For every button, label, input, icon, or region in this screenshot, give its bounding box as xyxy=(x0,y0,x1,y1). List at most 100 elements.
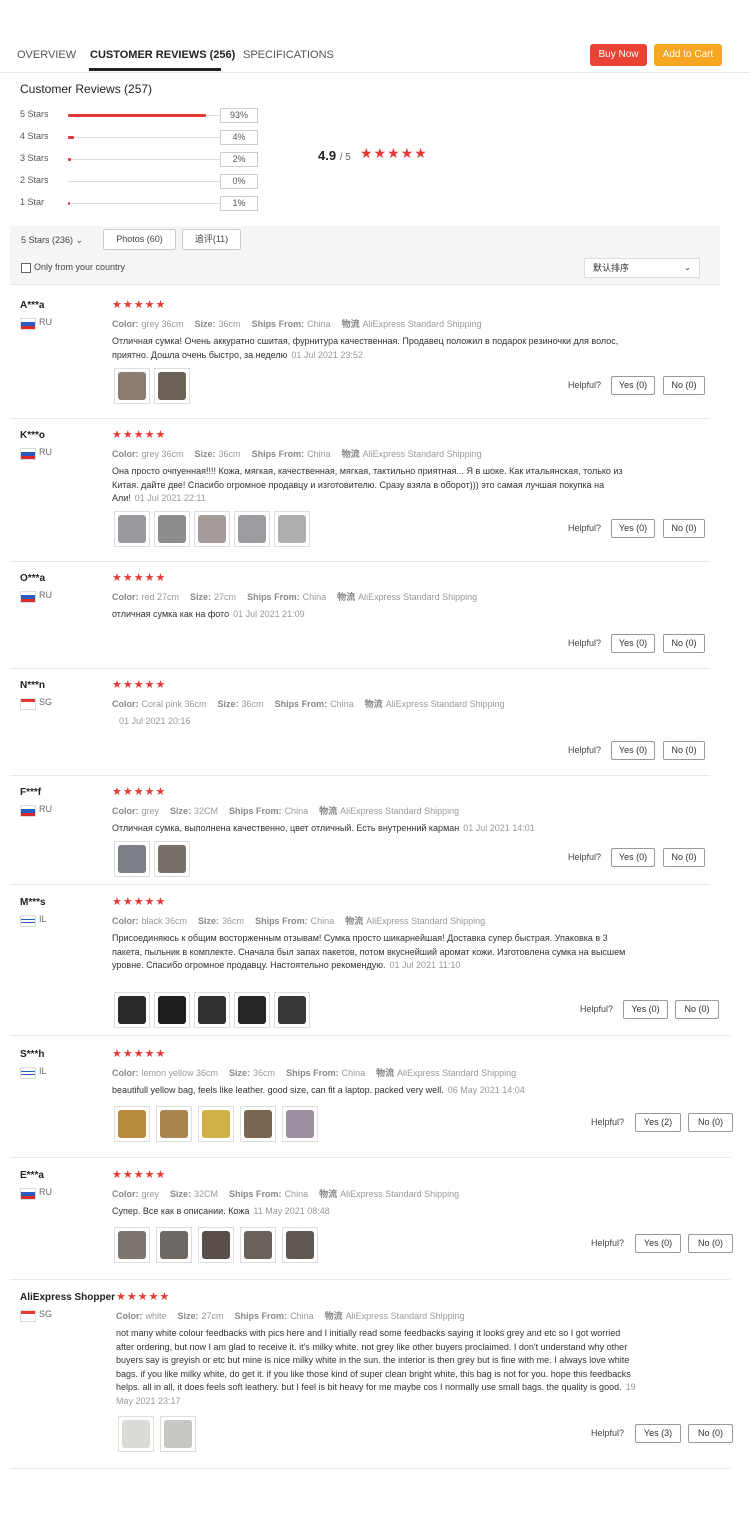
chevron-down-icon: ⌄ xyxy=(75,235,84,245)
shipping-label: 物流 xyxy=(364,699,383,709)
helpful-label: Helpful? xyxy=(568,380,602,390)
rating-percent: 2% xyxy=(220,152,258,167)
helpful-yes-button[interactable]: Yes (0) xyxy=(611,634,655,653)
review-body: Супер. Все как в описании. Кожа 11 May 20… xyxy=(112,1205,632,1219)
helpful-no-button[interactable]: No (0) xyxy=(688,1424,733,1443)
review-photo-thumbnail[interactable] xyxy=(154,841,190,877)
review-date: 01 Jul 2021 21:09 xyxy=(233,609,305,619)
color-value: lemon yellow 36cm xyxy=(141,1068,219,1078)
rating-bar-track xyxy=(68,136,232,139)
color-label: Color: xyxy=(112,699,139,709)
star-filter-label: 5 Stars (236) xyxy=(21,235,74,245)
country-flag-icon xyxy=(20,1188,36,1200)
review-photo-thumbnail[interactable] xyxy=(156,1106,192,1142)
reviewer-country: RU xyxy=(39,447,52,457)
review-photo-thumbnail[interactable] xyxy=(234,511,270,547)
review-photo-thumbnail[interactable] xyxy=(154,511,190,547)
helpful-no-button[interactable]: No (0) xyxy=(688,1234,733,1253)
review-photo-thumbnail[interactable] xyxy=(114,841,150,877)
reviewer-name: O***a xyxy=(20,573,46,584)
helpful-label: Helpful? xyxy=(568,745,602,755)
review-photo-thumbnail[interactable] xyxy=(154,992,190,1028)
shipping-method: AliExpress Standard Shipping xyxy=(397,1068,517,1078)
review-separator xyxy=(10,1157,730,1158)
tab-customer-reviews[interactable]: CUSTOMER REVIEWS (256) xyxy=(90,49,235,61)
rating-bar-track xyxy=(68,114,232,117)
review-photo-image xyxy=(202,1110,230,1138)
helpful-yes-button[interactable]: Yes (0) xyxy=(623,1000,668,1019)
reviewer-country: SG xyxy=(39,697,53,707)
add-to-cart-button[interactable]: Add to Cart xyxy=(654,44,722,66)
review-body: отличная сумка как на фото 01 Jul 2021 21… xyxy=(112,608,632,622)
photos-filter-button[interactable]: Photos (60) xyxy=(103,229,176,250)
review-photo-thumbnail[interactable] xyxy=(114,368,150,404)
review-photo-thumbnail[interactable] xyxy=(114,992,150,1028)
review-photo-thumbnail[interactable] xyxy=(240,1106,276,1142)
rating-row[interactable]: 1 Star 1% xyxy=(20,196,260,212)
review-photo-thumbnail[interactable] xyxy=(274,992,310,1028)
review-photo-thumbnail[interactable] xyxy=(154,368,190,404)
star-filter-select[interactable]: 5 Stars (236) ⌄ xyxy=(21,235,83,246)
review-photo-thumbnail[interactable] xyxy=(282,1227,318,1263)
rating-row[interactable]: 4 Stars 4% xyxy=(20,130,260,146)
additional-reviews-filter-button[interactable]: 追评(11) xyxy=(182,229,241,250)
rating-row[interactable]: 2 Stars 0% xyxy=(20,174,260,190)
review-photo-thumbnail[interactable] xyxy=(114,1106,150,1142)
review-photo-thumbnail[interactable] xyxy=(234,992,270,1028)
average-rating-denominator: / 5 xyxy=(339,152,351,163)
review-photo-thumbnail[interactable] xyxy=(118,1416,154,1452)
country-only-checkbox[interactable] xyxy=(21,263,31,273)
reviewer-name: A***a xyxy=(20,300,45,311)
reviewer-country: RU xyxy=(39,1187,52,1197)
review-photo-thumbnail[interactable] xyxy=(194,992,230,1028)
buy-now-button[interactable]: Buy Now xyxy=(590,44,647,66)
size-value: 36cm xyxy=(241,699,264,709)
review-photo-thumbnail[interactable] xyxy=(198,1227,234,1263)
helpful-yes-button[interactable]: Yes (0) xyxy=(611,741,655,760)
country-flag-icon xyxy=(20,1310,36,1322)
review-photo-thumbnail[interactable] xyxy=(282,1106,318,1142)
review-star-rating: ★★★★★ xyxy=(112,786,167,798)
tab-overview[interactable]: OVERVIEW xyxy=(17,49,76,61)
helpful-no-button[interactable]: No (0) xyxy=(688,1113,733,1132)
tab-specifications[interactable]: SPECIFICATIONS xyxy=(243,49,334,61)
helpful-no-button[interactable]: No (0) xyxy=(675,1000,719,1019)
helpful-yes-button[interactable]: Yes (0) xyxy=(611,848,655,867)
review-text: Супер. Все как в описании. Кожа xyxy=(112,1206,250,1216)
review-text: Присоединяюсь к общим восторженным отзыв… xyxy=(112,933,626,971)
rating-row[interactable]: 3 Stars 2% xyxy=(20,152,260,168)
helpful-no-button[interactable]: No (0) xyxy=(663,634,705,653)
review-photo-thumbnail[interactable] xyxy=(160,1416,196,1452)
review-photo-thumbnail[interactable] xyxy=(240,1227,276,1263)
review-text: not many white colour feedbacks with pic… xyxy=(116,1328,631,1393)
review-photo-thumbnail[interactable] xyxy=(114,511,150,547)
review-photo-thumbnail[interactable] xyxy=(156,1227,192,1263)
helpful-yes-button[interactable]: Yes (2) xyxy=(635,1113,681,1132)
review-photo-image xyxy=(198,515,226,543)
helpful-yes-button[interactable]: Yes (0) xyxy=(611,519,655,538)
helpful-no-button[interactable]: No (0) xyxy=(663,376,705,395)
size-value: 32CM xyxy=(194,1189,219,1199)
review-separator xyxy=(10,1279,730,1280)
review-photo-image xyxy=(278,996,306,1024)
review-photo-thumbnail[interactable] xyxy=(274,511,310,547)
helpful-yes-button[interactable]: Yes (0) xyxy=(635,1234,681,1253)
review-photo-thumbnail[interactable] xyxy=(114,1227,150,1263)
review-photo-thumbnail[interactable] xyxy=(198,1106,234,1142)
helpful-no-button[interactable]: No (0) xyxy=(663,848,705,867)
review-date: 01 Jul 2021 14:01 xyxy=(463,823,535,833)
review-photo-image xyxy=(244,1231,272,1259)
review-photo-thumbnail[interactable] xyxy=(194,511,230,547)
country-flag-icon xyxy=(20,915,36,927)
helpful-no-button[interactable]: No (0) xyxy=(663,519,705,538)
review-photo-image xyxy=(158,996,186,1024)
rating-row[interactable]: 5 Stars 93% xyxy=(20,108,260,124)
ships-from-label: Ships From: xyxy=(251,449,305,459)
review-text: Отличная сумка! Очень аккуратно сшитая, … xyxy=(112,336,619,360)
review-date: 01 Jul 2021 20:16 xyxy=(119,716,191,726)
sort-select[interactable]: 默认排序 ⌄ xyxy=(584,258,700,278)
helpful-no-button[interactable]: No (0) xyxy=(663,741,705,760)
rating-bar-fill xyxy=(68,114,206,117)
helpful-yes-button[interactable]: Yes (0) xyxy=(611,376,655,395)
helpful-yes-button[interactable]: Yes (3) xyxy=(635,1424,681,1443)
